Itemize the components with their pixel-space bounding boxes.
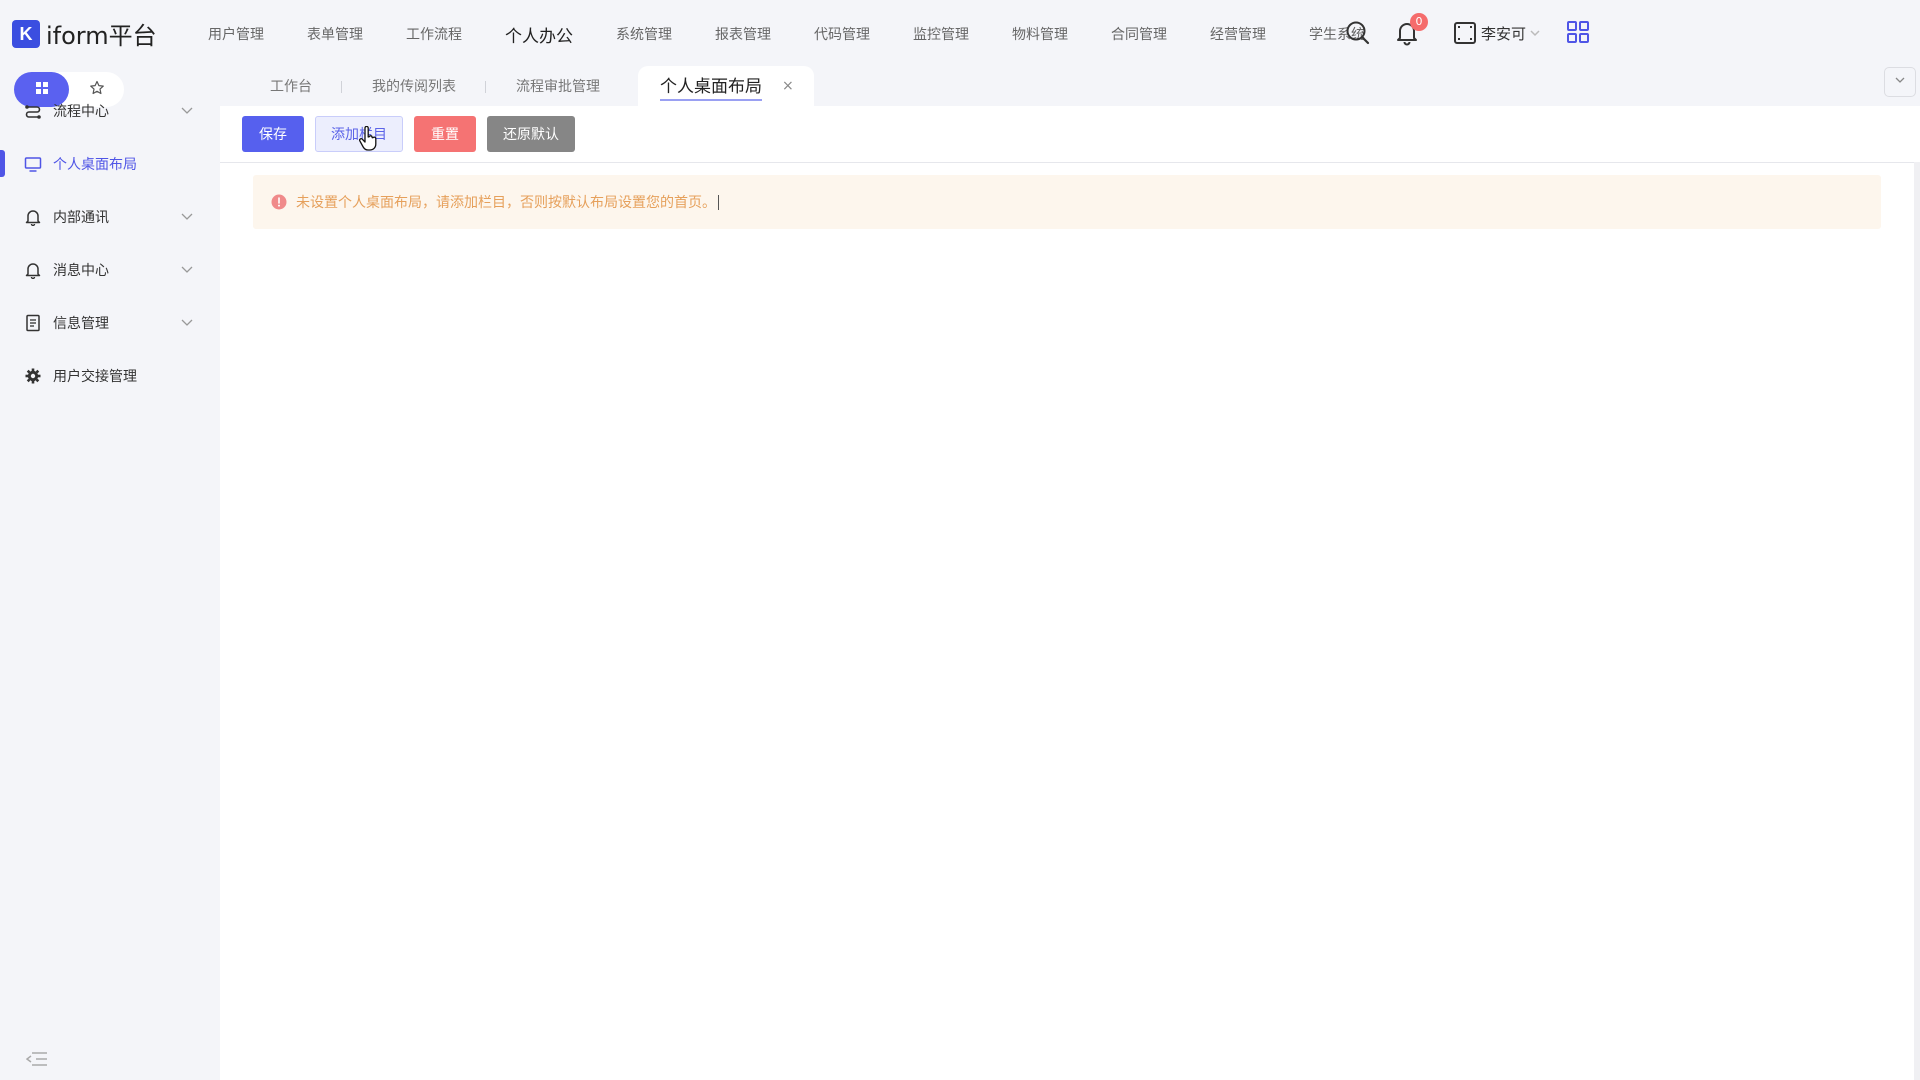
chevron-down-icon [180, 262, 194, 276]
sidebar-item-label: 消息中心 [53, 262, 109, 279]
fullscreen-icon[interactable] [1452, 20, 1478, 46]
tab-label: 工作台 [270, 79, 312, 95]
top-menu-item-user-management[interactable]: 用户管理 [208, 24, 264, 47]
top-menu-item-material-management[interactable]: 物料管理 [1012, 24, 1068, 47]
tab-process-approval[interactable]: 流程审批管理 [486, 66, 630, 106]
tabs-dropdown-button[interactable] [1884, 67, 1916, 97]
chevron-down-icon [1894, 74, 1906, 90]
close-icon[interactable]: × [782, 78, 794, 94]
sidebar-item-label: 信息管理 [53, 315, 109, 332]
top-menu-item-code-management[interactable]: 代码管理 [814, 24, 870, 47]
bell-icon [24, 261, 42, 279]
sidebar-item-message-center[interactable]: 消息中心 [0, 243, 220, 296]
collapse-sidebar-icon[interactable] [25, 1050, 48, 1068]
text-caret [718, 194, 719, 210]
bell-icon[interactable]: 0 [1394, 13, 1428, 46]
page-tabs: 工作台 我的传阅列表 流程审批管理 个人桌面布局 × [240, 66, 814, 106]
search-icon[interactable] [1345, 20, 1371, 46]
tab-label: 我的传阅列表 [372, 79, 456, 95]
sidebar-item-internal-communication[interactable]: 内部通讯 [0, 190, 220, 243]
hand-cursor-icon [358, 125, 378, 152]
gear-icon [24, 367, 42, 385]
sidebar-item-process-center[interactable]: 流程中心 [0, 84, 220, 137]
sidebar-item-label: 个人桌面布局 [53, 156, 137, 173]
flow-icon [24, 102, 42, 120]
save-button[interactable]: 保存 [242, 116, 304, 152]
sidebar-item-information-management[interactable]: 信息管理 [0, 296, 220, 349]
sidebar-item-user-handover-management[interactable]: 用户交接管理 [0, 349, 220, 402]
top-menu: 用户管理 表单管理 工作流程 个人办公 系统管理 报表管理 代码管理 监控管理 … [208, 24, 1408, 47]
top-navbar: K iform平台 用户管理 表单管理 工作流程 个人办公 系统管理 报表管理 … [0, 0, 1920, 66]
divider [220, 162, 1920, 163]
sidebar-menu: 流程中心 个人桌面布局 内部通讯 消息中心 信息管理 用户交接管理 [0, 104, 220, 402]
monitor-icon [24, 155, 42, 173]
notification-badge: 0 [1410, 13, 1428, 31]
sidebar-item-label: 流程中心 [53, 103, 109, 120]
chevron-down-icon [180, 315, 194, 329]
sidebar: 流程中心 个人桌面布局 内部通讯 消息中心 信息管理 用户交接管理 [0, 66, 220, 1080]
warning-icon [271, 194, 287, 210]
sidebar-item-label: 用户交接管理 [53, 368, 137, 385]
logo-text: iform平台 [46, 22, 157, 50]
vertical-scrollbar[interactable] [1914, 162, 1920, 1080]
username[interactable]: 李安可 [1481, 23, 1526, 44]
sidebar-item-personal-desktop-layout[interactable]: 个人桌面布局 [0, 137, 220, 190]
alert-message: 未设置个人桌面布局，请添加栏目，否则按默认布局设置您的首页。 [296, 195, 716, 211]
top-menu-item-contract-management[interactable]: 合同管理 [1111, 24, 1167, 47]
bell-icon [24, 208, 42, 226]
sidebar-item-label: 内部通讯 [53, 209, 109, 226]
tab-label: 流程审批管理 [516, 79, 600, 95]
top-menu-item-personal-office[interactable]: 个人办公 [505, 22, 573, 47]
chevron-down-icon [180, 209, 194, 223]
chevron-down-icon[interactable] [1528, 26, 1542, 40]
app-grid-icon[interactable] [1566, 20, 1592, 46]
top-menu-item-workflow[interactable]: 工作流程 [406, 24, 462, 47]
main-content: 保存 添加栏目 重置 还原默认 未设置个人桌面布局，请添加栏目，否则按默认布局设… [220, 106, 1920, 1080]
tab-workbench[interactable]: 工作台 [240, 66, 342, 106]
logo-mark: K [12, 19, 40, 48]
top-menu-item-form-management[interactable]: 表单管理 [307, 24, 363, 47]
restore-default-button[interactable]: 还原默认 [487, 116, 575, 152]
warning-alert: 未设置个人桌面布局，请添加栏目，否则按默认布局设置您的首页。 [253, 175, 1881, 229]
tab-my-circulation-list[interactable]: 我的传阅列表 [342, 66, 486, 106]
toolbar: 保存 添加栏目 重置 还原默认 [242, 116, 586, 152]
document-icon [24, 314, 42, 332]
tab-personal-desktop-layout[interactable]: 个人桌面布局 × [638, 66, 814, 106]
app-logo[interactable]: K iform平台 [12, 16, 157, 51]
reset-button[interactable]: 重置 [414, 116, 476, 152]
top-menu-item-system-management[interactable]: 系统管理 [616, 24, 672, 47]
top-menu-item-monitor-management[interactable]: 监控管理 [913, 24, 969, 47]
tab-label: 个人桌面布局 [660, 72, 762, 101]
top-menu-item-report-management[interactable]: 报表管理 [715, 24, 771, 47]
top-menu-item-operation-management[interactable]: 经营管理 [1210, 24, 1266, 47]
chevron-down-icon [180, 103, 194, 117]
